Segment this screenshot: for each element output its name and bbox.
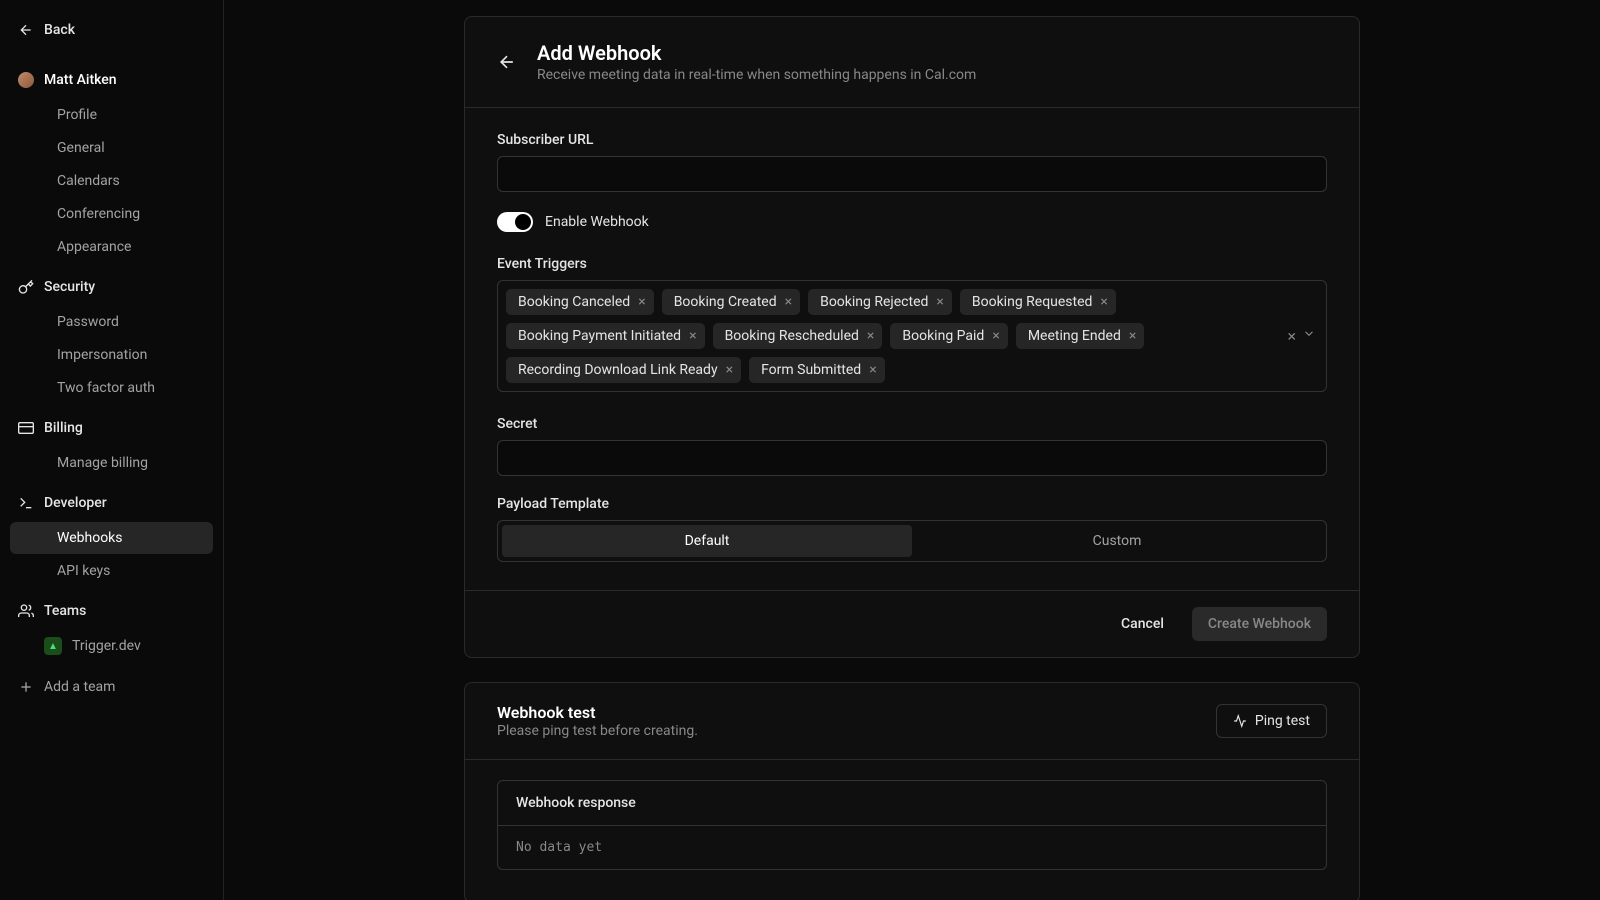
teams-label: Teams [44,603,86,619]
remove-chip-icon[interactable]: × [785,295,792,309]
remove-chip-icon[interactable]: × [869,363,876,377]
trigger-chip: Booking Canceled× [506,289,654,315]
security-label: Security [44,279,95,295]
trigger-chip: Meeting Ended× [1016,323,1145,349]
credit-card-icon [18,420,34,436]
remove-chip-icon[interactable]: × [1129,329,1136,343]
remove-chip-icon[interactable]: × [689,329,696,343]
response-body: No data yet [498,826,1326,869]
sidebar-item-appearance[interactable]: Appearance [10,231,213,263]
webhook-form-card: Add Webhook Receive meeting data in real… [464,16,1360,658]
trigger-chip: Booking Paid× [890,323,1007,349]
card-body: Subscriber URL Enable Webhook Event Trig… [465,108,1359,590]
create-webhook-button[interactable]: Create Webhook [1192,607,1327,641]
back-button[interactable]: Back [0,12,223,48]
sidebar-item-conferencing[interactable]: Conferencing [10,198,213,230]
trigger-chip: Booking Created× [662,289,800,315]
main-content: Add Webhook Receive meeting data in real… [224,0,1600,900]
enable-webhook-row: Enable Webhook [497,212,1327,232]
plus-icon [18,679,34,695]
team-badge-icon: ▲ [44,637,62,655]
sidebar-item-api-keys[interactable]: API keys [10,555,213,587]
payload-template-segmented: Default Custom [497,520,1327,562]
response-label: Webhook response [498,781,1326,826]
team-name: Trigger.dev [72,638,141,654]
trigger-chip: Booking Rejected× [808,289,952,315]
key-icon [18,279,34,295]
users-icon [18,603,34,619]
sidebar-group-teams: Teams [0,593,223,629]
developer-label: Developer [44,495,107,511]
test-header: Webhook test Please ping test before cre… [465,683,1359,760]
remove-chip-icon[interactable]: × [936,295,943,309]
sidebar-team-trigger[interactable]: ▲ Trigger.dev [0,629,223,663]
trigger-chip: Form Submitted× [749,357,885,383]
sidebar: Back Matt Aitken Profile General Calenda… [0,0,224,900]
enable-webhook-toggle[interactable] [497,212,533,232]
cancel-button[interactable]: Cancel [1105,607,1180,641]
subscriber-url-input[interactable] [497,156,1327,192]
event-triggers-select[interactable]: Booking Canceled× Booking Created× Booki… [497,280,1327,392]
event-triggers-label: Event Triggers [497,256,1327,272]
secret-input[interactable] [497,440,1327,476]
sidebar-item-password[interactable]: Password [10,306,213,338]
sidebar-item-calendars[interactable]: Calendars [10,165,213,197]
webhook-test-card: Webhook test Please ping test before cre… [464,682,1360,900]
user-row: Matt Aitken [0,60,223,98]
ping-label: Ping test [1255,713,1310,729]
sidebar-item-profile[interactable]: Profile [10,99,213,131]
page-subtitle: Receive meeting data in real-time when s… [537,67,976,83]
test-title: Webhook test [497,703,698,722]
activity-icon [1233,714,1247,728]
trigger-chip: Booking Rescheduled× [713,323,883,349]
test-subtitle: Please ping test before creating. [497,723,698,739]
sidebar-group-developer: Developer [0,485,223,521]
response-box: Webhook response No data yet [497,780,1327,870]
template-custom-button[interactable]: Custom [912,525,1322,557]
trigger-chip: Recording Download Link Ready× [506,357,741,383]
subscriber-url-label: Subscriber URL [497,132,1327,148]
trigger-chip: Booking Requested× [960,289,1116,315]
page-title: Add Webhook [537,41,976,65]
sidebar-group-security: Security [0,269,223,305]
sidebar-item-twofactor[interactable]: Two factor auth [10,372,213,404]
sidebar-item-impersonation[interactable]: Impersonation [10,339,213,371]
remove-chip-icon[interactable]: × [726,363,733,377]
sidebar-item-manage-billing[interactable]: Manage billing [10,447,213,479]
sidebar-item-general[interactable]: General [10,132,213,164]
sidebar-group-billing: Billing [0,410,223,446]
clear-all-icon[interactable]: × [1287,327,1296,346]
multiselect-controls: × [1287,327,1316,346]
secret-label: Secret [497,416,1327,432]
template-default-button[interactable]: Default [502,525,912,557]
ping-test-button[interactable]: Ping test [1216,704,1327,738]
arrow-left-icon [18,22,34,38]
terminal-icon [18,495,34,511]
card-header: Add Webhook Receive meeting data in real… [465,17,1359,108]
add-team-label: Add a team [44,679,115,695]
add-team-button[interactable]: Add a team [0,669,223,705]
chevron-down-icon[interactable] [1302,327,1316,341]
back-label: Back [44,22,75,38]
remove-chip-icon[interactable]: × [1100,295,1107,309]
remove-chip-icon[interactable]: × [867,329,874,343]
toggle-knob [515,214,531,230]
avatar [18,72,34,88]
trigger-chip: Booking Payment Initiated× [506,323,705,349]
billing-label: Billing [44,420,83,436]
sidebar-item-webhooks[interactable]: Webhooks [10,522,213,554]
card-footer: Cancel Create Webhook [465,590,1359,657]
remove-chip-icon[interactable]: × [992,329,999,343]
payload-template-label: Payload Template [497,496,1327,512]
user-name: Matt Aitken [44,72,117,88]
remove-chip-icon[interactable]: × [638,295,645,309]
enable-webhook-label: Enable Webhook [545,214,649,230]
back-arrow-icon[interactable] [497,52,517,72]
